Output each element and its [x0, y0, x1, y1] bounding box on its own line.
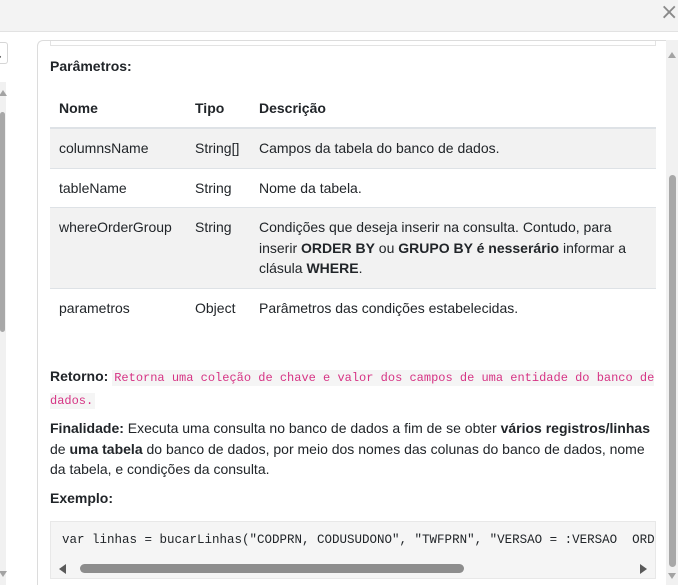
purpose-bold-text: uma tabela	[69, 440, 143, 457]
sidebar-scrollbar[interactable]	[0, 82, 7, 585]
return-section: Retorno: Retorna uma coleção de chave e …	[50, 366, 656, 412]
param-desc: Condições que deseja inserir na consulta…	[250, 207, 656, 288]
search-icon	[0, 55, 2, 58]
col-header-nome: Nome	[50, 88, 186, 129]
scroll-thumb[interactable]	[0, 112, 5, 332]
param-name: tableName	[50, 167, 186, 208]
scroll-up-arrow-icon[interactable]	[668, 52, 676, 58]
horizontal-scroll-thumb[interactable]	[80, 564, 464, 573]
desc-bold-text: GRUPO BY é nesserário	[398, 239, 560, 256]
col-header-tipo: Tipo	[186, 88, 250, 129]
col-header-descricao: Descrição	[250, 88, 656, 129]
example-code-block[interactable]: var linhas = bucarLinhas("CODPRN, CODUSU…	[50, 521, 656, 579]
example-title: Exemplo:	[50, 490, 114, 506]
params-title: Parâmetros:	[50, 58, 132, 74]
documentation-panel: Parâmetros: Nome Tipo Descrição columnsN…	[37, 40, 678, 585]
table-row: columnsName String[] Campos da tabela do…	[50, 127, 656, 168]
return-label: Retorno:	[50, 368, 109, 384]
param-name: parametros	[50, 287, 186, 327]
purpose-section: Finalidade: Executa uma consulta no banc…	[50, 418, 656, 480]
purpose-label: Finalidade:	[50, 420, 124, 436]
previous-block-edge	[50, 41, 656, 46]
param-type: String[]	[186, 127, 250, 168]
desc-text: ou	[374, 239, 399, 256]
desc-text: .	[358, 260, 363, 276]
desc-bold-text: WHERE	[306, 260, 359, 276]
table-row: whereOrderGroup String Condições que des…	[50, 207, 656, 288]
window-title-bar: ×	[0, 0, 678, 32]
param-name: whereOrderGroup	[50, 207, 186, 288]
param-desc: Parâmetros das condições estabelecidas.	[250, 287, 656, 327]
purpose-bold-text: vários registros/linhas	[500, 420, 650, 436]
scroll-down-arrow-icon[interactable]	[668, 573, 676, 579]
param-type: Object	[186, 287, 250, 327]
vertical-scroll-thumb[interactable]	[669, 175, 676, 567]
close-icon[interactable]: ×	[660, 2, 678, 25]
param-name: columnsName	[50, 127, 186, 168]
page-vertical-scrollbar[interactable]	[666, 40, 678, 585]
desc-bold-text: ORDER BY	[301, 239, 375, 256]
param-desc: Campos da tabela do banco de dados.	[250, 127, 656, 168]
table-row: parametros Object Parâmetros das condiçõ…	[50, 287, 656, 327]
param-desc: Nome da tabela.	[250, 167, 656, 208]
table-header-row: Nome Tipo Descrição	[50, 88, 656, 129]
return-code: Retorna uma coleção de chave e valor dos…	[50, 370, 655, 409]
params-table: Nome Tipo Descrição columnsName String[]…	[50, 88, 656, 327]
scroll-right-arrow-icon[interactable]	[640, 564, 647, 574]
example-code: var linhas = bucarLinhas("CODPRN, CODUSU…	[62, 533, 655, 547]
doc-content: Parâmetros: Nome Tipo Descrição columnsN…	[50, 58, 656, 579]
table-row: tableName String Nome da tabela.	[50, 167, 656, 208]
search-button[interactable]	[0, 42, 8, 64]
param-type: String	[186, 207, 250, 288]
scroll-up-arrow-icon[interactable]	[0, 90, 7, 96]
scroll-left-arrow-icon[interactable]	[59, 564, 66, 574]
scroll-down-arrow-icon[interactable]	[0, 571, 7, 577]
left-sidebar	[0, 32, 10, 585]
purpose-text: de	[50, 440, 70, 457]
code-horizontal-scrollbar[interactable]	[51, 560, 655, 578]
purpose-text: Executa uma consulta no banco de dados a…	[123, 420, 501, 436]
param-type: String	[186, 167, 250, 208]
